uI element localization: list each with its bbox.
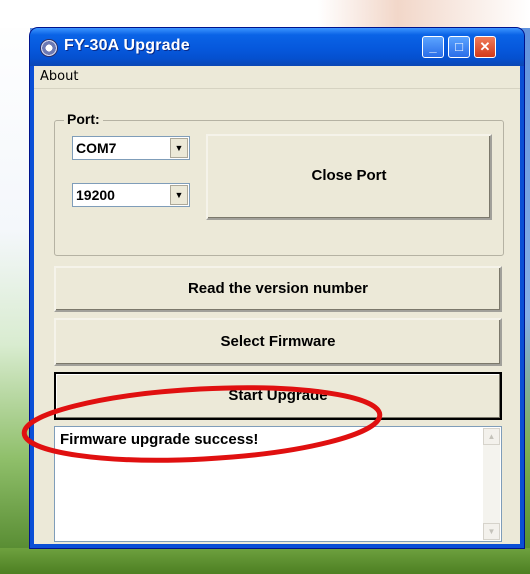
start-upgrade-button[interactable]: Start Upgrade	[54, 372, 502, 420]
app-window: FY-30A Upgrade _ □ ✕ About Port: COM7 ▼ …	[30, 28, 524, 548]
close-port-button[interactable]: Close Port	[206, 134, 492, 220]
client-area: About Port: COM7 ▼ 19200 ▼ Close Port Re…	[34, 66, 520, 544]
app-globe-icon	[40, 39, 58, 57]
title-bar[interactable]: FY-30A Upgrade _ □ ✕	[30, 28, 524, 66]
read-version-button[interactable]: Read the version number	[54, 266, 502, 312]
port-group-label: Port:	[64, 111, 103, 127]
log-textbox[interactable]: Firmware upgrade success! ▲ ▼	[54, 426, 502, 542]
chevron-down-icon[interactable]: ▼	[170, 185, 188, 205]
log-scrollbar[interactable]: ▲ ▼	[483, 428, 500, 540]
menu-item-about[interactable]: About	[40, 69, 78, 84]
desktop-left-strip	[0, 0, 30, 574]
com-port-value: COM7	[76, 140, 117, 156]
com-port-select[interactable]: COM7 ▼	[72, 136, 190, 160]
window-bottom-border	[30, 544, 524, 548]
select-firmware-button[interactable]: Select Firmware	[54, 318, 502, 366]
baud-rate-value: 19200	[76, 187, 115, 203]
close-icon[interactable]: ✕	[474, 36, 496, 58]
desktop-top-strip	[0, 0, 530, 28]
scroll-up-icon[interactable]: ▲	[483, 428, 500, 445]
baud-rate-select[interactable]: 19200 ▼	[72, 183, 190, 207]
scroll-down-icon[interactable]: ▼	[483, 523, 500, 540]
desktop-grass	[0, 548, 530, 574]
menu-bar: About	[34, 66, 520, 89]
log-text: Firmware upgrade success!	[60, 431, 259, 448]
chevron-down-icon[interactable]: ▼	[170, 138, 188, 158]
minimize-icon[interactable]: _	[422, 36, 444, 58]
window-title: FY-30A Upgrade	[64, 37, 190, 54]
maximize-icon[interactable]: □	[448, 36, 470, 58]
